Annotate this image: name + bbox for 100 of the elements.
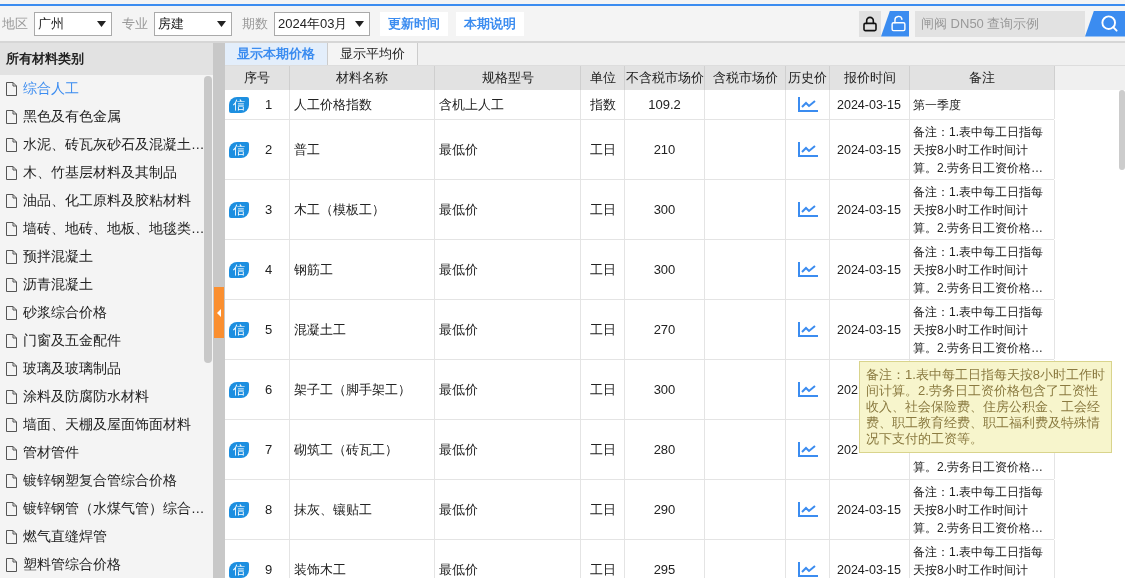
category-item[interactable]: 墙面、天棚及屋面饰面材料 xyxy=(0,411,213,439)
category-item[interactable]: 黑色及有色金属 xyxy=(0,103,213,131)
collapse-handle[interactable] xyxy=(214,287,224,338)
table-cell: 最低价 xyxy=(435,540,581,578)
scrollbar-thumb[interactable] xyxy=(1119,90,1125,170)
line-chart-icon[interactable] xyxy=(797,382,818,397)
info-badge: 信 xyxy=(229,501,249,518)
file-icon xyxy=(6,502,17,516)
table-cell: 工日 xyxy=(581,120,625,179)
table-cell: 工日 xyxy=(581,240,625,299)
table-cell: 工日 xyxy=(581,360,625,419)
category-item[interactable]: 预拌混凝土 xyxy=(0,243,213,271)
scrollbar-thumb[interactable] xyxy=(204,76,212,363)
table-cell: 210 xyxy=(625,120,705,179)
line-chart-icon[interactable] xyxy=(797,562,818,577)
file-icon xyxy=(6,446,17,460)
filter-select[interactable]: 房建 xyxy=(154,11,232,36)
line-chart-icon[interactable] xyxy=(797,202,818,217)
tooltip: 备注：1.表中每工日指每天按8小时工作时间计算。2.劳务日工资价格包含了工资性收入、社会保险费、住房公积金、工会经费、职工教育经费、职工福利费及特殊情况下支付的工资等。 xyxy=(859,361,1112,453)
caret-left-icon xyxy=(217,308,221,317)
category-item[interactable]: 玻璃及玻璃制品 xyxy=(0,355,213,383)
table-cell: 最低价 xyxy=(435,420,581,479)
category-item[interactable]: 镀锌钢塑复合管综合价格 xyxy=(0,467,213,495)
column-header: 规格型号 xyxy=(435,66,581,90)
table-cell: 工日 xyxy=(581,180,625,239)
line-chart-icon[interactable] xyxy=(797,442,818,457)
info-badge: 信 xyxy=(229,96,249,113)
lock-button[interactable] xyxy=(859,10,881,37)
category-item[interactable]: 燃气直缝焊管 xyxy=(0,523,213,551)
column-header: 不含税市场价 xyxy=(625,66,705,90)
line-chart-icon[interactable] xyxy=(797,97,818,112)
table-cell: 4 xyxy=(265,262,273,277)
table-cell: 295 xyxy=(625,540,705,578)
line-chart-icon[interactable] xyxy=(797,502,818,517)
table-cell-text: 备注：1.表中每工日指每 天按8小时工作时间计 算。2.劳务日工资价格… xyxy=(913,184,1043,237)
table-cell: 混凝土工 xyxy=(290,300,435,359)
table-cell-text: 第一季度 xyxy=(913,96,961,114)
filter-label: 期数 xyxy=(242,14,268,33)
category-item[interactable]: 塑料管综合价格 xyxy=(0,551,213,578)
category-item[interactable]: 镀锌钢管（水煤气管）综合… xyxy=(0,495,213,523)
table-cell: 2024-03-15 xyxy=(830,120,910,179)
table-cell: 2024-03-15 xyxy=(830,180,910,239)
category-item[interactable]: 木、竹基层材料及其制品 xyxy=(0,159,213,187)
table-cell: 5 xyxy=(265,322,273,337)
line-chart-icon[interactable] xyxy=(797,322,818,337)
filter-select[interactable]: 2024年03月 xyxy=(274,11,371,36)
info-badge: 信 xyxy=(229,321,249,338)
info-badge: 信 xyxy=(229,561,249,578)
column-header: 序号 xyxy=(225,66,290,90)
category-item[interactable]: 墙砖、地砖、地板、地毯类… xyxy=(0,215,213,243)
table-cell: 2024-03-15 xyxy=(830,240,910,299)
table-cell: 木工（模板工） xyxy=(290,180,435,239)
info-badge: 信 xyxy=(229,141,249,158)
table-cell: 指数 xyxy=(581,90,625,119)
category-item[interactable]: 门窗及五金配件 xyxy=(0,327,213,355)
search-button[interactable] xyxy=(1085,10,1125,37)
info-badge: 信 xyxy=(229,201,249,218)
category-item[interactable]: 沥青混凝土 xyxy=(0,271,213,299)
table-cell: 300 xyxy=(625,360,705,419)
table-cell: 最低价 xyxy=(435,120,581,179)
table-cell: 最低价 xyxy=(435,360,581,419)
category-item[interactable]: 水泥、砖瓦灰砂石及混凝土… xyxy=(0,131,213,159)
caret-icon xyxy=(217,20,226,27)
caret-icon xyxy=(97,20,106,27)
category-item[interactable]: 砂浆综合价格 xyxy=(0,299,213,327)
table-cell: 含机上人工 xyxy=(435,90,581,119)
table-cell: 最低价 xyxy=(435,180,581,239)
table-cell: 工日 xyxy=(581,480,625,539)
info-badge: 信 xyxy=(229,441,249,458)
table-cell-text: 备注：1.表中每工日指每 天按8小时工作时间计 算。2.劳务日工资价格… xyxy=(913,304,1043,357)
info-badge: 信 xyxy=(229,381,249,398)
table-cell: 钢筋工 xyxy=(290,240,435,299)
category-item[interactable]: 管材管件 xyxy=(0,439,213,467)
file-icon xyxy=(6,334,17,348)
table-cell-text: 算。2.劳务日工资价格… xyxy=(913,459,1043,476)
table-cell: 7 xyxy=(265,442,273,457)
file-icon xyxy=(6,110,17,124)
table-cell: 最低价 xyxy=(435,240,581,299)
table-cell: 2024-03-15 xyxy=(830,480,910,539)
line-chart-icon[interactable] xyxy=(797,142,818,157)
table-cell: 架子工（脚手架工） xyxy=(290,360,435,419)
table-cell: 工日 xyxy=(581,540,625,578)
filter-select[interactable]: 广州 xyxy=(34,11,112,36)
table-cell: 270 xyxy=(625,300,705,359)
view-tab[interactable]: 显示平均价 xyxy=(328,43,418,65)
file-icon xyxy=(6,138,17,152)
line-chart-icon[interactable] xyxy=(797,262,818,277)
column-header: 含税市场价 xyxy=(705,66,786,90)
file-icon xyxy=(6,194,17,208)
table-cell: 装饰木工 xyxy=(290,540,435,578)
table-cell: 9 xyxy=(265,562,273,577)
search-field[interactable]: 闸阀 DN50 查询示例 xyxy=(915,10,1085,37)
category-item[interactable]: 涂料及防腐防水材料 xyxy=(0,383,213,411)
table-cell: 300 xyxy=(625,180,705,239)
table-cell: 人工价格指数 xyxy=(290,90,435,119)
category-item[interactable]: 油品、化工原料及胶粘材料 xyxy=(0,187,213,215)
unlock-icon xyxy=(889,15,907,32)
table-cell: 8 xyxy=(265,502,273,517)
table-cell-text: 备注：1.表中每工日指每 天按8小时工作时间计 算。2.劳务日工资价格… xyxy=(913,124,1043,177)
table-cell: 工日 xyxy=(581,420,625,479)
